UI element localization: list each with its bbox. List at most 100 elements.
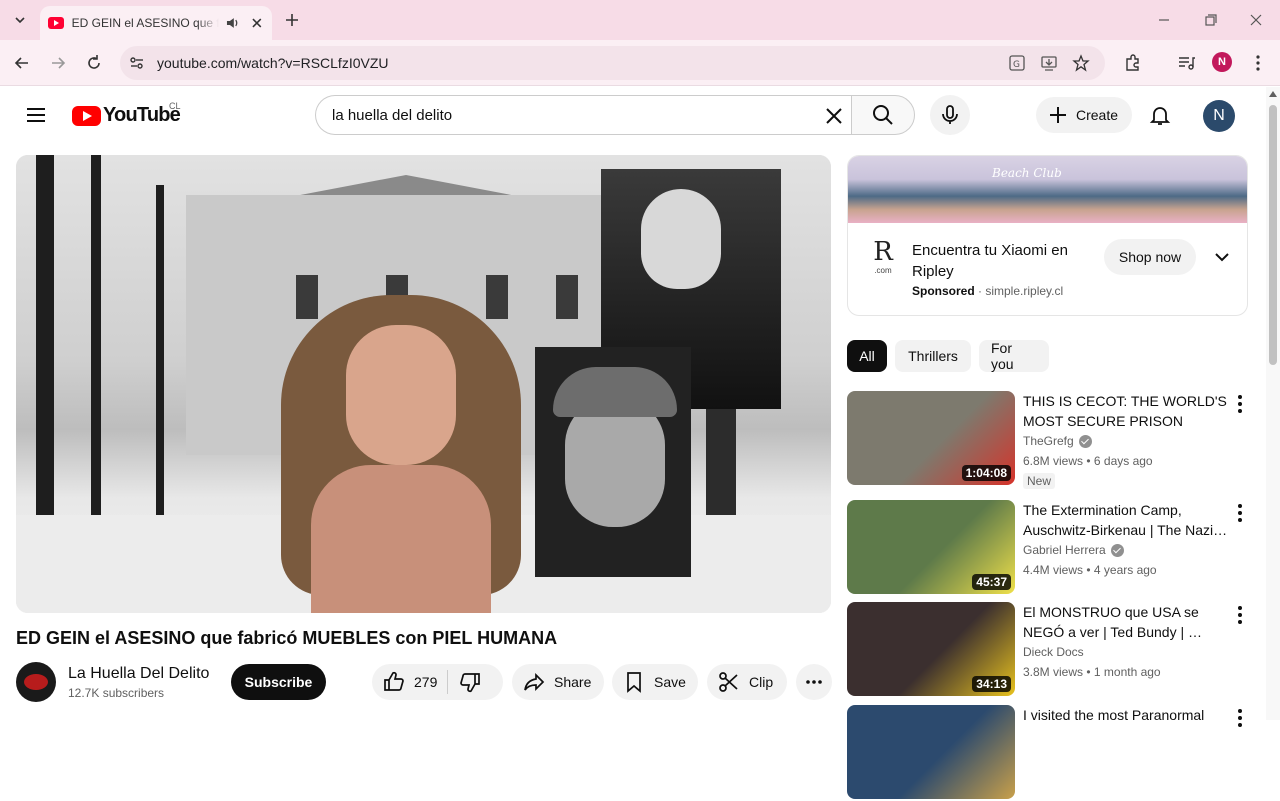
share-arrow-icon xyxy=(524,672,545,692)
clip-button[interactable]: Clip xyxy=(707,664,787,700)
notifications-bell-icon[interactable] xyxy=(1148,103,1172,127)
extensions-puzzle-icon[interactable] xyxy=(1123,53,1143,73)
install-app-icon[interactable] xyxy=(1040,54,1058,72)
browser-menu-kebab-icon[interactable] xyxy=(1248,53,1268,73)
shop-now-button[interactable]: Shop now xyxy=(1104,239,1196,275)
recommendation-item[interactable]: 45:37 The Extermination Camp, Auschwitz-B… xyxy=(847,500,1247,596)
video-frame-presenter xyxy=(281,285,521,613)
recommendation-title[interactable]: I visited the most Paranormal xyxy=(1023,705,1229,725)
scrollbar-thumb[interactable] xyxy=(1269,105,1277,365)
ripley-logo: R .com xyxy=(873,237,893,275)
close-tab-icon[interactable] xyxy=(250,16,264,30)
chip-thrillers[interactable]: Thrillers xyxy=(895,340,971,372)
recommendation-channel[interactable]: TheGrefg xyxy=(1023,434,1092,448)
reload-icon[interactable] xyxy=(84,53,104,73)
like-button[interactable]: 279 xyxy=(382,670,437,694)
search-button[interactable] xyxy=(851,95,915,135)
kebab-menu-icon[interactable] xyxy=(1231,707,1249,729)
recommendation-thumbnail[interactable]: 45:37 xyxy=(847,500,1015,594)
translate-icon[interactable]: G xyxy=(1008,54,1026,72)
back-arrow-icon[interactable] xyxy=(12,53,32,73)
ad-sponsor-line: Sponsored · simple.ripley.cl xyxy=(912,284,1064,298)
create-label: Create xyxy=(1076,107,1119,123)
subscribe-button[interactable]: Subscribe xyxy=(231,664,326,700)
recommendation-title[interactable]: The Extermination Camp, Auschwitz-Birken… xyxy=(1023,500,1229,540)
share-label: Share xyxy=(554,674,592,690)
thumbs-down-icon[interactable] xyxy=(458,670,482,694)
search-input[interactable]: la huella del delito xyxy=(315,95,852,135)
browser-toolbar: youtube.com/watch?v=RSCLfzI0VZU G N xyxy=(0,40,1280,86)
tab-search-icon[interactable] xyxy=(8,8,32,32)
new-badge: New xyxy=(1023,473,1056,489)
minimize-window-icon[interactable] xyxy=(1154,10,1174,30)
youtube-play-logo-icon xyxy=(72,105,101,126)
recommendation-channel[interactable]: Gabriel Herrera xyxy=(1023,543,1124,557)
recommendation-item[interactable]: 34:13 El MONSTRUO que USA se NEGÓ a ver |… xyxy=(847,602,1247,698)
recommendation-thumbnail[interactable]: 34:13 xyxy=(847,602,1015,696)
share-button[interactable]: Share xyxy=(512,664,604,700)
speaker-icon[interactable] xyxy=(225,15,241,31)
youtube-masthead: YouTube CL la huella del delito Create N xyxy=(0,87,1264,143)
video-duration: 34:13 xyxy=(972,676,1011,692)
recommendation-item[interactable]: 1:04:08 THIS IS CECOT: THE WORLD'S MOST S… xyxy=(847,391,1249,489)
clear-search-icon[interactable] xyxy=(822,104,846,128)
chip-for-you[interactable]: For you xyxy=(979,340,1049,372)
recommendation-channel[interactable]: Dieck Docs xyxy=(1023,645,1084,659)
create-button[interactable]: Create xyxy=(1036,97,1132,133)
plus-icon xyxy=(1050,107,1066,123)
browser-tab-active[interactable]: ED GEIN el ASESINO que fabricó MUEBLES c… xyxy=(40,6,272,40)
ad-banner-brand: Beach Club xyxy=(992,166,1062,180)
recommendation-title[interactable]: El MONSTRUO que USA se NEGÓ a ver | Ted … xyxy=(1023,602,1229,642)
scissors-icon xyxy=(719,672,738,692)
bookmark-star-icon[interactable] xyxy=(1072,54,1090,72)
recommendation-title[interactable]: THIS IS CECOT: THE WORLD'S MOST SECURE P… xyxy=(1023,391,1229,431)
chip-all[interactable]: All xyxy=(847,340,887,372)
microphone-icon xyxy=(942,105,958,124)
channel-avatar[interactable] xyxy=(16,662,56,702)
ad-domain: simple.ripley.cl xyxy=(985,284,1064,298)
recommendation-thumbnail[interactable] xyxy=(847,705,1015,799)
thumbs-up-icon xyxy=(384,671,404,691)
video-player[interactable] xyxy=(16,155,831,613)
ad-title[interactable]: Encuentra tu Xiaomi en Ripley xyxy=(912,240,1102,282)
site-settings-icon[interactable] xyxy=(128,54,146,72)
browser-profile-avatar[interactable]: N xyxy=(1212,52,1232,72)
recommendation-meta: 3.8M views • 1 month ago xyxy=(1023,665,1161,679)
video-duration: 45:37 xyxy=(972,574,1011,590)
kebab-menu-icon[interactable] xyxy=(1231,393,1249,415)
recommendation-meta: 4.4M views • 4 years ago xyxy=(1023,563,1157,577)
ad-banner-image[interactable]: Beach Club xyxy=(848,156,1247,223)
url-text[interactable]: youtube.com/watch?v=RSCLfzI0VZU xyxy=(157,55,389,71)
forward-arrow-icon[interactable] xyxy=(48,53,68,73)
more-actions-button[interactable] xyxy=(796,664,832,700)
recommendation-item[interactable]: I visited the most Paranormal xyxy=(847,705,1247,801)
address-bar[interactable]: youtube.com/watch?v=RSCLfzI0VZU G xyxy=(120,46,1105,80)
search-query-text[interactable]: la huella del delito xyxy=(332,107,452,124)
scroll-up-arrow-icon[interactable] xyxy=(1269,91,1277,97)
sponsored-ad-card[interactable]: Beach Club R .com Encuentra tu Xiaomi en… xyxy=(847,155,1248,316)
recommendation-meta: 6.8M views • 6 days ago xyxy=(1023,454,1153,468)
voice-search-button[interactable] xyxy=(930,95,970,135)
verified-check-icon xyxy=(1110,543,1124,557)
media-controls-icon[interactable] xyxy=(1176,53,1196,73)
kebab-menu-icon[interactable] xyxy=(1231,502,1249,524)
hamburger-menu-icon[interactable] xyxy=(24,103,48,127)
save-button[interactable]: Save xyxy=(612,664,698,700)
country-code: CL xyxy=(169,101,181,111)
channel-name[interactable]: La Huella Del Delito xyxy=(68,665,209,683)
sponsored-label: Sponsored xyxy=(912,284,975,298)
kebab-menu-icon[interactable] xyxy=(1231,604,1249,626)
new-tab-plus-icon[interactable] xyxy=(282,10,302,30)
verified-check-icon xyxy=(1078,434,1092,448)
clip-label: Clip xyxy=(749,674,774,690)
restore-window-icon[interactable] xyxy=(1200,10,1220,30)
recommendation-thumbnail[interactable]: 1:04:08 xyxy=(847,391,1015,485)
close-window-icon[interactable] xyxy=(1246,10,1266,30)
youtube-logo[interactable]: YouTube xyxy=(72,104,181,127)
account-avatar[interactable]: N xyxy=(1203,100,1235,132)
like-count: 279 xyxy=(414,674,438,690)
youtube-favicon-icon xyxy=(48,17,64,29)
page-scrollbar[interactable] xyxy=(1266,87,1280,720)
video-frame-portrait-photo xyxy=(535,347,691,577)
chevron-down-icon[interactable] xyxy=(1210,245,1234,269)
